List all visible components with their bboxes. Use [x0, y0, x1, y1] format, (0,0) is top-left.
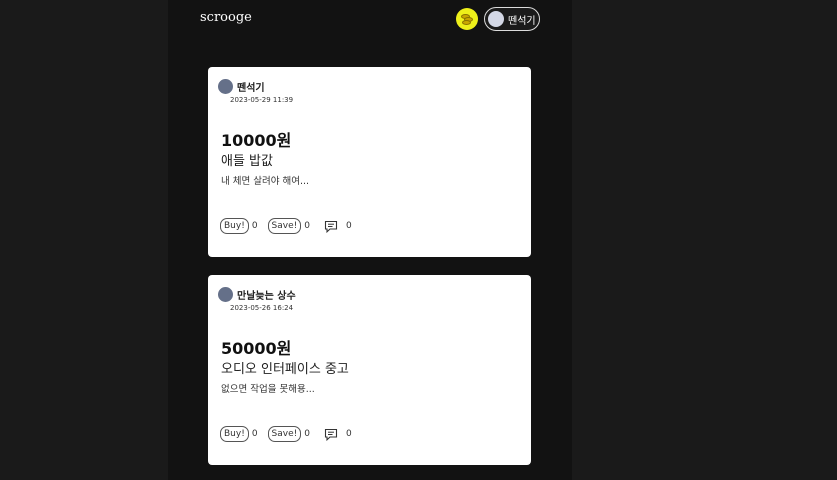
post-description: 없으면 작업을 못해용...	[221, 384, 315, 395]
post-timestamp: 2023-05-29 11:39	[230, 96, 294, 104]
logo[interactable]: scrooge	[200, 10, 252, 25]
post-card[interactable]: 만날늦는 상수 2023-05-26 16:24 50000원 오디오 인터페이…	[208, 275, 531, 465]
user-name: 뗀석기	[508, 15, 536, 27]
post-price: 50000원	[221, 339, 292, 358]
avatar	[488, 11, 504, 27]
post-actions: Buy! 0 Save! 0 0	[220, 426, 362, 442]
post-card[interactable]: 뗀석기 2023-05-29 11:39 10000원 애들 밥값 내 체면 살…	[208, 67, 531, 257]
author-name: 만날늦는 상수	[237, 291, 296, 302]
avatar	[218, 287, 233, 302]
save-button[interactable]: Save!	[267, 426, 302, 442]
post-title: 오디오 인터페이스 중고	[221, 362, 349, 377]
avatar	[218, 79, 233, 94]
user-menu-button[interactable]: 뗀석기	[484, 7, 540, 31]
buy-count: 0	[251, 429, 258, 439]
comment-count: 0	[345, 429, 352, 439]
post-price: 10000원	[221, 131, 292, 150]
coin-stack	[461, 13, 473, 25]
post-timestamp: 2023-05-26 16:24	[230, 304, 294, 312]
author-name: 뗀석기	[237, 83, 265, 94]
comment-count: 0	[345, 221, 352, 231]
save-button[interactable]: Save!	[267, 218, 302, 234]
comment-icon[interactable]	[324, 428, 338, 441]
post-actions: Buy! 0 Save! 0 0	[220, 218, 362, 234]
buy-button[interactable]: Buy!	[220, 426, 249, 442]
comment-icon[interactable]	[324, 220, 338, 233]
post-title: 애들 밥값	[221, 154, 273, 169]
save-count: 0	[304, 221, 310, 231]
post-description: 내 체면 살려야 해여...	[221, 176, 310, 187]
header: scrooge 뗀석기	[168, 0, 572, 38]
buy-count: 0	[251, 221, 258, 231]
coins-icon[interactable]	[456, 8, 478, 30]
buy-button[interactable]: Buy!	[220, 218, 249, 234]
post-author: 만날늦는 상수	[218, 287, 296, 302]
app-container: scrooge 뗀석기 뗀석기 2023-05-29 11:39 10000원 …	[168, 0, 572, 480]
post-author: 뗀석기	[218, 79, 265, 94]
save-count: 0	[304, 429, 310, 439]
